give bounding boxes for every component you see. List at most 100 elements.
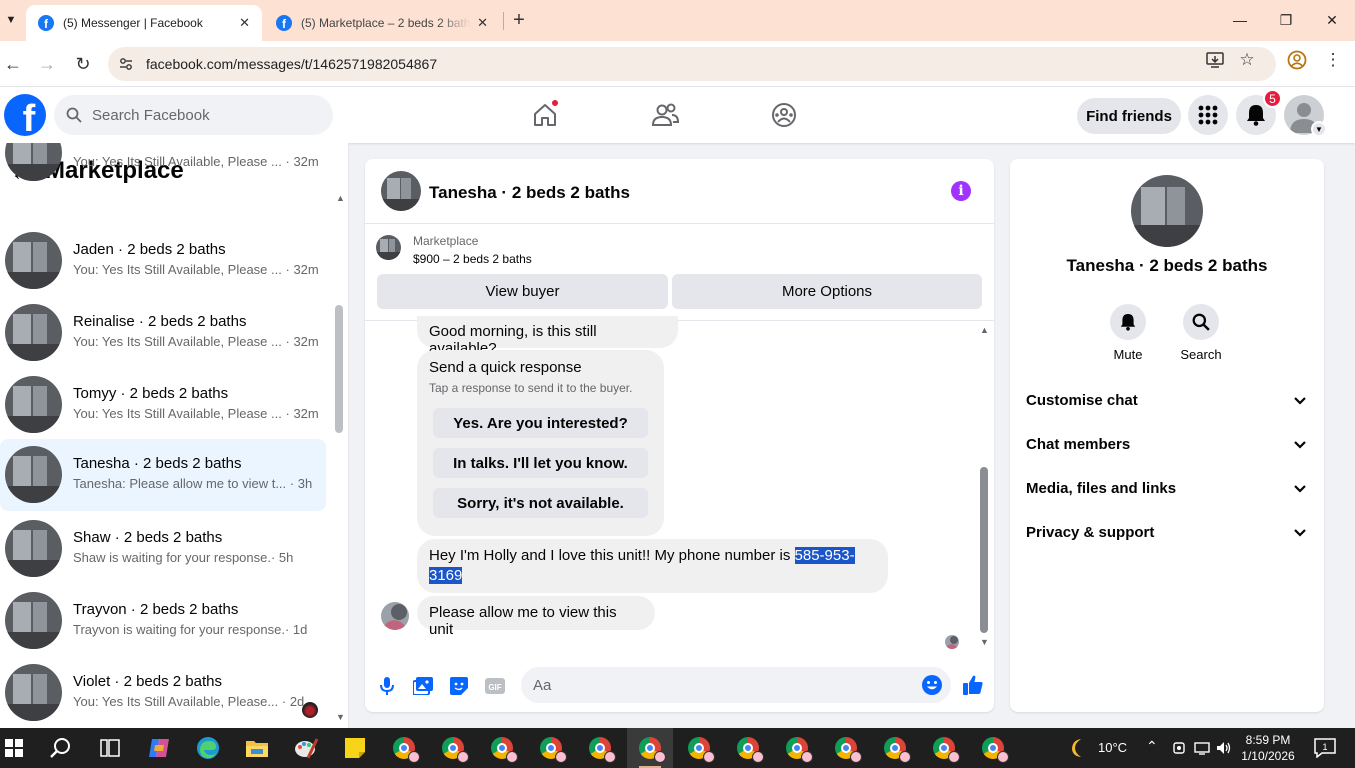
friends-icon[interactable]: [649, 99, 681, 131]
paint-app-icon[interactable]: [292, 734, 320, 762]
chat-title[interactable]: Tanesha · 2 beds 2 baths: [429, 183, 630, 203]
chat-scrollbar[interactable]: [980, 467, 988, 633]
new-tab-icon[interactable]: +: [508, 8, 530, 32]
conversation-item-reinalise[interactable]: Reinalise · 2 beds 2 baths You: Yes Its …: [0, 297, 326, 369]
chevron-down-icon: [1294, 485, 1306, 493]
sticker-icon[interactable]: [449, 676, 469, 696]
address-bar[interactable]: facebook.com/messages/t/1462571982054867: [108, 47, 1276, 81]
chrome-profile-10-icon[interactable]: [832, 734, 862, 763]
browser-tab-marketplace[interactable]: f (5) Marketplace – 2 beds 2 baths ✕: [264, 5, 500, 41]
site-info-icon[interactable]: [118, 56, 134, 72]
emoji-icon[interactable]: [921, 674, 943, 696]
listing-price[interactable]: $900 – 2 beds 2 baths: [413, 252, 532, 266]
find-friends-button[interactable]: Find friends: [1077, 98, 1181, 134]
weather-moon-icon[interactable]: [1064, 734, 1092, 762]
search-placeholder: Search Facebook: [92, 106, 210, 124]
chrome-profile-1-icon[interactable]: [390, 734, 420, 763]
conversation-item[interactable]: You: Yes Its Still Available, Please ...…: [0, 143, 326, 189]
listing-thumbnail: [5, 143, 62, 181]
menu-grid-icon[interactable]: [1188, 95, 1228, 135]
conversation-item-tanesha[interactable]: Tanesha · 2 beds 2 baths Tanesha: Please…: [0, 439, 326, 511]
browser-tab-messenger[interactable]: f (5) Messenger | Facebook ✕: [26, 5, 262, 41]
more-options-button[interactable]: More Options: [672, 274, 982, 309]
message-input[interactable]: [521, 667, 951, 703]
bookmark-star-icon[interactable]: ☆: [1236, 49, 1258, 71]
chat-scroll-up-icon[interactable]: ▲: [980, 325, 989, 335]
notification-center-icon[interactable]: 1: [1311, 734, 1339, 762]
facebook-favicon-icon: f: [276, 15, 292, 31]
conversation-item-jaden[interactable]: Jaden · 2 beds 2 baths You: Yes Its Stil…: [0, 225, 326, 297]
close-tab-icon[interactable]: ✕: [477, 15, 488, 31]
view-buyer-button[interactable]: View buyer: [377, 274, 668, 309]
notifications-bell-icon[interactable]: 5: [1236, 89, 1282, 135]
chrome-active-window-icon[interactable]: [636, 734, 666, 763]
account-chevron-down-icon[interactable]: ▼: [1311, 121, 1327, 137]
gif-icon[interactable]: GIF: [485, 676, 505, 696]
notification-center-count: 1: [1322, 742, 1327, 752]
customise-chat-section[interactable]: Customise chat: [1010, 381, 1324, 421]
restore-icon[interactable]: ❐: [1263, 8, 1309, 32]
tab-title: (5) Messenger | Facebook: [63, 16, 203, 30]
forward-icon[interactable]: →: [34, 51, 60, 77]
chrome-profile-7-icon[interactable]: [685, 734, 715, 763]
conversation-item-shaw[interactable]: Shaw · 2 beds 2 baths Shaw is waiting fo…: [0, 513, 326, 585]
contact-name: Tanesha · 2 beds 2 baths: [1066, 256, 1268, 275]
chrome-profile-3-icon[interactable]: [488, 734, 518, 763]
conversation-item-violet[interactable]: Violet · 2 beds 2 baths You: Yes Its Sti…: [0, 657, 326, 728]
listing-banner: Marketplace $900 – 2 beds 2 baths View b…: [365, 224, 994, 321]
quick-response-interested-button[interactable]: Yes. Are you interested?: [433, 408, 648, 438]
mute-button[interactable]: Mute: [1093, 304, 1163, 362]
install-app-icon[interactable]: [1204, 49, 1226, 71]
windows-start-icon[interactable]: [0, 734, 28, 762]
profile-icon[interactable]: [1286, 49, 1308, 71]
conversation-item-tomyy[interactable]: Tomyy · 2 beds 2 baths You: Yes Its Stil…: [0, 369, 326, 441]
weather-temperature[interactable]: 10°C: [1098, 740, 1127, 755]
selected-phone-text: 3169: [429, 567, 463, 584]
system-clock[interactable]: 8:59 PM 1/10/2026: [1232, 732, 1304, 764]
quick-response-not-available-button[interactable]: Sorry, it's not available.: [433, 488, 648, 518]
task-view-icon[interactable]: [96, 734, 124, 762]
chat-members-section[interactable]: Chat members: [1010, 425, 1324, 465]
photo-icon[interactable]: [413, 676, 433, 696]
search-conversation-button[interactable]: Search: [1166, 304, 1236, 362]
conversation-info-icon[interactable]: i: [951, 181, 971, 201]
chrome-profile-4-icon[interactable]: [537, 734, 567, 763]
chrome-profile-5-icon[interactable]: [586, 734, 616, 763]
sticky-notes-icon[interactable]: [341, 734, 369, 762]
search-facebook-input[interactable]: Search Facebook: [54, 95, 333, 135]
close-tab-icon[interactable]: ✕: [239, 15, 250, 31]
privacy-support-section[interactable]: Privacy & support: [1010, 513, 1324, 553]
back-icon[interactable]: ←: [0, 51, 26, 77]
file-explorer-icon[interactable]: [243, 734, 271, 762]
chrome-profile-8-icon[interactable]: [734, 734, 764, 763]
close-window-icon[interactable]: ✕: [1309, 8, 1355, 32]
taskbar-search-icon[interactable]: [47, 734, 75, 762]
sender-avatar[interactable]: [381, 602, 409, 630]
chrome-profile-2-icon[interactable]: [439, 734, 469, 763]
edge-browser-icon[interactable]: [194, 734, 222, 762]
groups-icon[interactable]: [768, 99, 800, 131]
thumbs-up-icon[interactable]: [961, 673, 985, 697]
conversation-list-scrollbar[interactable]: [335, 305, 343, 433]
chrome-profile-9-icon[interactable]: [783, 734, 813, 763]
conversation-item-trayvon[interactable]: Trayvon · 2 beds 2 baths Trayvon is wait…: [0, 585, 326, 657]
chat-scroll-down-icon[interactable]: ▼: [980, 637, 989, 647]
browser-menu-icon[interactable]: ⋮: [1322, 49, 1344, 71]
chat-avatar[interactable]: [381, 171, 421, 211]
tab-search-chevron-icon[interactable]: ▼: [0, 8, 22, 32]
scroll-down-arrow-icon[interactable]: ▼: [336, 712, 345, 722]
scroll-up-arrow-icon[interactable]: ▲: [336, 193, 345, 203]
facebook-logo[interactable]: f: [4, 94, 46, 136]
chrome-profile-13-icon[interactable]: [979, 734, 1009, 763]
chrome-profile-12-icon[interactable]: [930, 734, 960, 763]
quick-response-subtitle: Tap a response to send it to the buyer.: [429, 381, 633, 395]
show-hidden-icons-chevron-icon[interactable]: ⌃: [1146, 738, 1158, 755]
microphone-icon[interactable]: [377, 676, 397, 696]
media-files-links-section[interactable]: Media, files and links: [1010, 469, 1324, 509]
copilot-icon[interactable]: [145, 734, 173, 762]
chrome-profile-11-icon[interactable]: [881, 734, 911, 763]
minimize-icon[interactable]: —: [1217, 8, 1263, 32]
quick-response-in-talks-button[interactable]: In talks. I'll let you know.: [433, 448, 648, 478]
reload-icon[interactable]: ↻: [70, 51, 96, 77]
home-icon[interactable]: [529, 99, 561, 131]
